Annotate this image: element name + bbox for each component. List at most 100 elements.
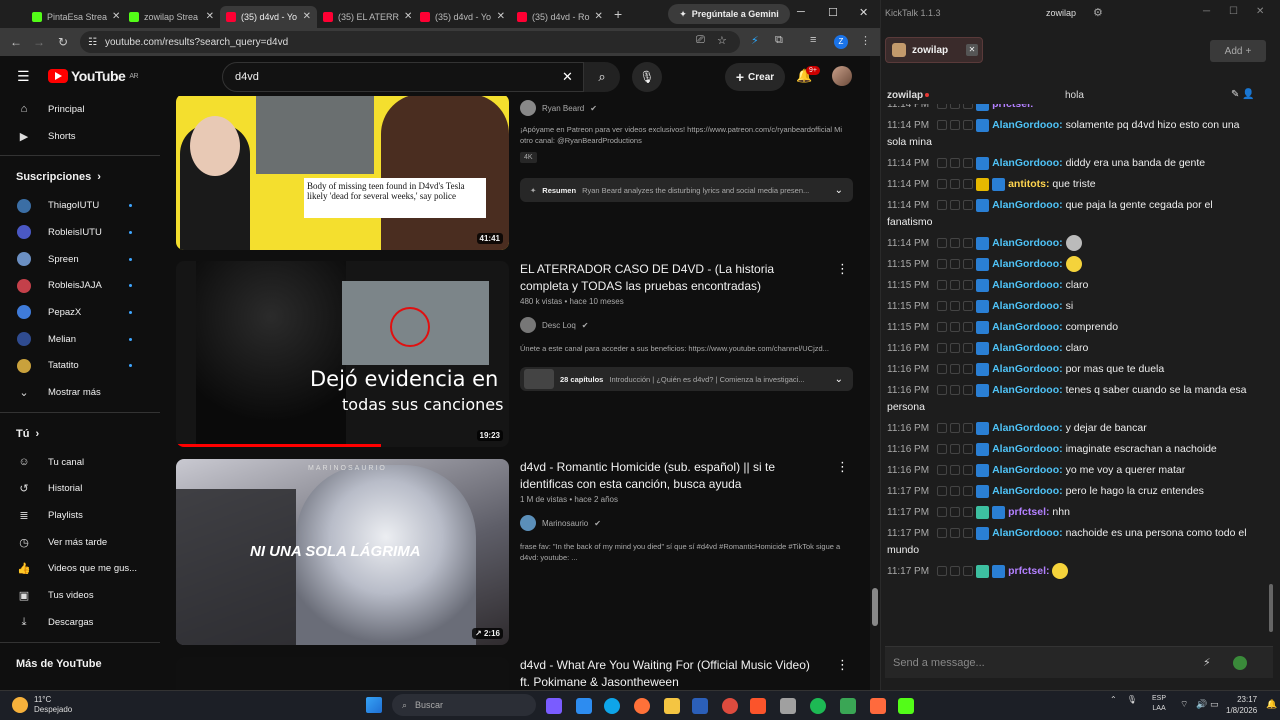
mod-action-icon[interactable] xyxy=(937,528,948,539)
mod-action-icon[interactable] xyxy=(937,200,948,211)
chat-message[interactable]: 11:14 PM AlanGordooo: diddy era una banda… xyxy=(887,153,1261,174)
chevron-up-icon[interactable]: ⌃ xyxy=(1110,695,1117,704)
mod-action-icon[interactable] xyxy=(963,104,974,110)
mod-action-icon[interactable] xyxy=(963,423,974,434)
video-title[interactable]: d4vd - What Are You Waiting For (Officia… xyxy=(520,657,820,690)
scrollbar-thumb[interactable] xyxy=(872,588,878,626)
install-icon[interactable]: ⎚ xyxy=(696,34,705,47)
more-options-icon[interactable]: ⋮ xyxy=(836,657,849,673)
chat-message[interactable]: 11:15 PM AlanGordooo: comprendo xyxy=(887,317,1261,338)
kick-app-icon[interactable] xyxy=(898,698,914,714)
browser-tab[interactable]: (35) d4vd - Yo ✕ xyxy=(414,6,511,28)
mod-action-icon[interactable] xyxy=(950,238,961,249)
video-title[interactable]: d4vd - Romantic Homicide (sub. español) … xyxy=(520,459,820,493)
mod-action-icon[interactable] xyxy=(937,385,948,396)
chat-username[interactable]: AlanGordooo: xyxy=(992,363,1063,375)
mod-action-icon[interactable] xyxy=(950,385,961,396)
firefox-icon[interactable] xyxy=(634,698,650,714)
show-more-button[interactable]: ⌄ Mostrar más xyxy=(0,379,160,406)
spotify-icon[interactable] xyxy=(810,698,826,714)
mod-action-icon[interactable] xyxy=(963,444,974,455)
mod-action-icon[interactable] xyxy=(963,238,974,249)
chat-username[interactable]: prfctsel: xyxy=(992,104,1033,110)
chat-username[interactable]: AlanGordooo: xyxy=(992,199,1063,211)
copilot-icon[interactable] xyxy=(546,698,562,714)
chat-username[interactable]: AlanGordooo: xyxy=(992,384,1063,396)
mod-action-icon[interactable] xyxy=(963,566,974,577)
chapters-chip[interactable]: 28 capítulos Introducción | ¿Quién es d4v… xyxy=(520,367,853,391)
mod-action-icon[interactable] xyxy=(963,364,974,375)
mod-action-icon[interactable] xyxy=(950,120,961,131)
mod-action-icon[interactable] xyxy=(963,158,974,169)
gemini-button[interactable]: ✦ Pregúntale a Gemini xyxy=(668,4,790,24)
sidebar-item-tus-videos[interactable]: ▣ Tus videos xyxy=(0,582,160,609)
mod-action-icon[interactable] xyxy=(950,259,961,270)
volume-icon[interactable]: 🔊 xyxy=(1196,699,1207,710)
mod-action-icon[interactable] xyxy=(937,423,948,434)
video-thumbnail[interactable]: MARINOSAURIO NI UNA SOLA LÁGRIMA ↗ 2:16 xyxy=(176,459,509,645)
youtube-logo[interactable]: YouTube AR xyxy=(48,68,139,84)
chat-username[interactable]: AlanGordooo: xyxy=(992,527,1063,539)
kick-emote-icon[interactable]: ⚡ xyxy=(1203,656,1211,669)
forward-button[interactable]: → xyxy=(27,35,51,49)
mod-action-icon[interactable] xyxy=(950,343,961,354)
channel-link[interactable]: Marinosaurio ✔ xyxy=(520,515,601,531)
notifications-icon[interactable]: 🔔 xyxy=(1266,699,1277,710)
video-thumbnail[interactable] xyxy=(176,657,509,690)
close-tab-icon[interactable]: ✕ xyxy=(112,11,120,22)
chat-username[interactable]: AlanGordooo: xyxy=(992,119,1063,131)
chat-username[interactable]: AlanGordooo: xyxy=(992,464,1063,476)
mod-action-icon[interactable] xyxy=(963,179,974,190)
settings-gear-icon[interactable]: ⚙ xyxy=(1093,6,1103,19)
browser-tab[interactable]: (35) d4vd - Yo ✕ xyxy=(220,5,317,28)
chat-username[interactable]: AlanGordooo: xyxy=(992,485,1063,497)
chat-username[interactable]: AlanGordooo: xyxy=(992,443,1063,455)
url-field[interactable]: ☷ youtube.com/results?search_query=d4vd xyxy=(80,31,740,53)
mod-action-icon[interactable] xyxy=(937,238,948,249)
mod-action-icon[interactable] xyxy=(950,158,961,169)
chat-message[interactable]: 11:17 PM prfctsel: nhn xyxy=(887,502,1261,523)
subscription-item[interactable]: RobleisIUTU xyxy=(0,219,160,246)
close-tab-icon[interactable]: ✕ xyxy=(404,11,412,22)
chat-message[interactable]: 11:16 PM AlanGordooo: y dejar de bancar xyxy=(887,418,1261,439)
mod-action-icon[interactable] xyxy=(950,528,961,539)
battery-icon[interactable]: ▭ xyxy=(1210,699,1219,710)
edge-like-icon[interactable] xyxy=(576,698,592,714)
search-button[interactable]: ⌕ xyxy=(584,62,620,92)
mod-action-icon[interactable] xyxy=(937,343,948,354)
channel-link[interactable]: Ryan Beard ✔ xyxy=(520,100,597,116)
mod-action-icon[interactable] xyxy=(950,423,961,434)
chat-message[interactable]: 11:16 PM AlanGordooo: yo me voy a querer … xyxy=(887,460,1261,481)
weather-widget[interactable]: 11°C Despejado xyxy=(12,695,72,715)
video-title[interactable]: EL ATERRADOR CASO DE D4VD - (La historia… xyxy=(520,261,820,295)
mod-action-icon[interactable] xyxy=(937,158,948,169)
add-channel-button[interactable]: Add + xyxy=(1210,40,1266,62)
chat-username[interactable]: prfctsel: xyxy=(1008,506,1049,518)
mod-action-icon[interactable] xyxy=(950,200,961,211)
browser-tab[interactable]: (35) EL ATERR ✕ xyxy=(317,6,414,28)
subscription-item[interactable]: Spreen xyxy=(0,246,160,273)
chat-username[interactable]: AlanGordooo: xyxy=(992,422,1063,434)
sidebar-item-historial[interactable]: ↺ Historial xyxy=(0,476,160,503)
mod-action-icon[interactable] xyxy=(937,179,948,190)
clear-search-icon[interactable]: ✕ xyxy=(562,69,573,85)
mic-icon[interactable]: 🎙 xyxy=(1127,695,1137,704)
mod-action-icon[interactable] xyxy=(963,322,974,333)
chrome-icon[interactable] xyxy=(722,698,738,714)
close-tab-icon[interactable]: ✕ xyxy=(497,11,505,22)
hamburger-menu-icon[interactable]: ☰ xyxy=(17,68,30,85)
mod-action-icon[interactable] xyxy=(963,385,974,396)
mod-action-icon[interactable] xyxy=(963,280,974,291)
users-icon[interactable]: 👤 xyxy=(1242,89,1254,100)
browser-tab[interactable]: zowilap Strea ✕ xyxy=(123,6,220,28)
chat-message[interactable]: 11:14 PM AlanGordooo: xyxy=(887,233,1261,254)
mod-action-icon[interactable] xyxy=(950,444,961,455)
new-tab-button[interactable]: + xyxy=(614,6,622,22)
microphone-app-icon[interactable] xyxy=(870,698,886,714)
subscriptions-header[interactable]: Suscripciones › xyxy=(0,162,160,192)
chat-username[interactable]: antitots: xyxy=(1008,178,1049,190)
browser-tab[interactable]: PintaEsa Strea ✕ xyxy=(26,6,123,28)
extensions-icon[interactable]: ⧉ xyxy=(775,34,783,47)
subscription-item[interactable]: Melian xyxy=(0,326,160,353)
mod-action-icon[interactable] xyxy=(937,104,948,110)
